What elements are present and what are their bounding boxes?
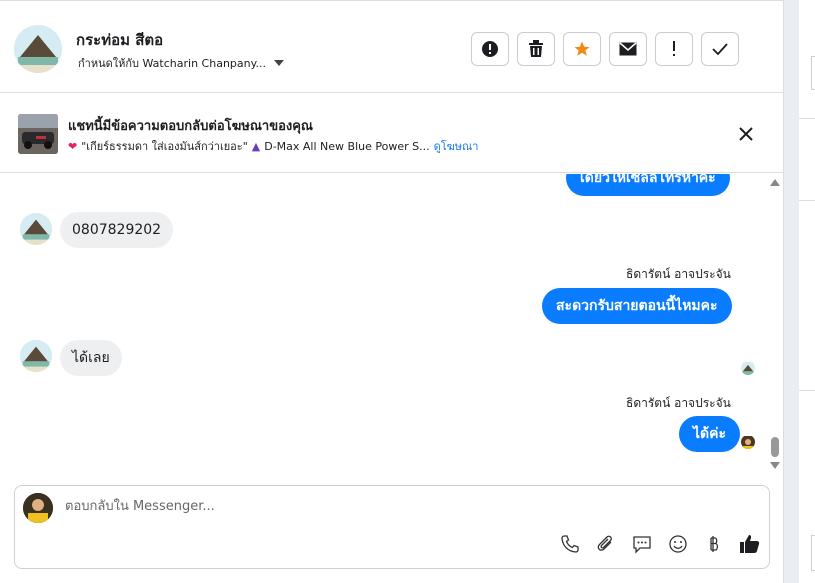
baht-payment-icon[interactable]	[703, 533, 725, 555]
outgoing-message: สะดวกรับสายตอนนี้ไหมคะ	[542, 288, 732, 324]
sender-name: ธิดารัตน์ อาจประจัน	[626, 396, 731, 410]
details-side-panel	[799, 0, 815, 583]
check-icon	[712, 43, 728, 55]
message-list[interactable]: เดี๋ยวให้เซลล์โทรหาคะ 0807829202 ธิดารัต…	[0, 174, 783, 474]
attachment-icon[interactable]	[595, 533, 617, 555]
delete-button[interactable]	[517, 32, 555, 66]
phone-icon[interactable]	[559, 533, 581, 555]
assignee-label: กำหนดให้กับ Watcharin Chanpany...	[78, 57, 267, 70]
trash-icon	[529, 40, 543, 57]
conversation-header: กระท่อม สีตอ กำหนดให้กับ Watcharin Chanp…	[0, 0, 783, 93]
scroll-down-arrow[interactable]	[770, 462, 780, 469]
view-ad-link[interactable]: ดูโฆษณา	[434, 137, 479, 155]
outgoing-message: ได้ค่ะ	[679, 416, 741, 452]
reply-input[interactable]	[63, 498, 567, 515]
contact-message-avatar	[20, 213, 52, 245]
chevron-down-icon	[274, 60, 285, 66]
ad-thumbnail	[18, 114, 58, 154]
scroll-up-arrow[interactable]	[770, 179, 780, 186]
envelope-icon	[619, 42, 637, 56]
scrollbar-thumb[interactable]	[771, 437, 779, 457]
car-icon: ▲	[251, 139, 261, 153]
follow-up-button[interactable]	[655, 32, 693, 66]
emoji-icon[interactable]	[667, 533, 689, 555]
done-button[interactable]	[701, 32, 739, 66]
incoming-message: 0807829202	[60, 212, 174, 248]
side-panel-field[interactable]	[811, 535, 815, 571]
outgoing-message: เดี๋ยวให้เซลล์โทรหาคะ	[566, 174, 730, 196]
assign-dropdown[interactable]: กำหนดให้กับ Watcharin Chanpany...	[78, 54, 285, 72]
ad-snippet: "เกียร์ธรรมดา ใส่เองมันส์กว่าเยอะ"	[81, 140, 248, 153]
conversation-panel: กระท่อม สีตอ กำหนดให้กับ Watcharin Chanp…	[0, 0, 784, 583]
incoming-message: ได้เลย	[60, 340, 122, 376]
alert-circle-icon	[482, 41, 498, 57]
sender-name: ธิดารัตน์ อาจประจัน	[626, 267, 731, 281]
header-actions	[471, 32, 739, 66]
ad-product: D-Max All New Blue Power S...	[264, 139, 430, 153]
close-banner-button[interactable]	[736, 124, 756, 148]
composer-tools	[559, 533, 761, 555]
ad-details: ❤ "เกียร์ธรรมดา ใส่เองมันส์กว่าเยอะ" ▲ D…	[68, 137, 478, 155]
side-panel-field[interactable]	[811, 56, 815, 90]
exclamation-icon	[673, 41, 675, 56]
contact-name[interactable]: กระท่อม สีตอ	[76, 28, 163, 52]
ad-reply-banner: แชทนี้มีข้อความตอบกลับต่อโฆษณาของคุณ ❤ "…	[0, 93, 783, 173]
star-button[interactable]	[563, 32, 601, 66]
contact-message-avatar	[20, 340, 52, 372]
thumbs-up-icon[interactable]	[739, 533, 761, 555]
contact-avatar[interactable]	[14, 25, 62, 73]
saved-reply-icon[interactable]	[631, 533, 653, 555]
heart-icon: ❤	[68, 139, 78, 153]
seen-indicator-avatar	[741, 361, 755, 375]
ad-banner-title: แชทนี้มีข้อความตอบกลับต่อโฆษณาของคุณ	[68, 119, 313, 134]
reply-composer	[14, 485, 770, 569]
my-avatar	[23, 493, 53, 523]
read-receipt-avatar	[741, 435, 755, 449]
star-icon	[574, 41, 590, 56]
spam-button[interactable]	[471, 32, 509, 66]
mark-unread-button[interactable]	[609, 32, 647, 66]
close-icon	[739, 127, 753, 141]
